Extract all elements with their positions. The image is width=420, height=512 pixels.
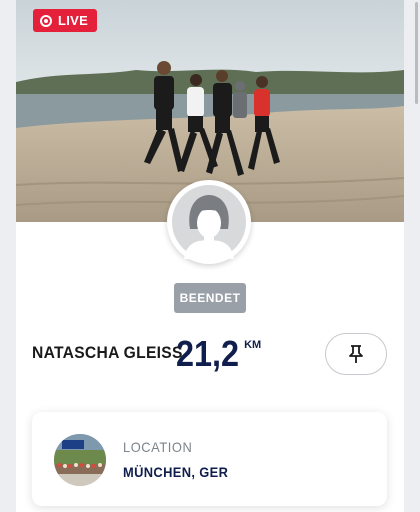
live-record-icon <box>40 14 52 27</box>
distance-unit: KM <box>244 339 262 351</box>
live-badge: LIVE <box>33 9 98 32</box>
scrollbar[interactable] <box>415 2 418 104</box>
runner-avatar <box>167 180 251 264</box>
status-badge: BEENDET <box>174 283 246 313</box>
avatar-placeholder-icon <box>172 185 246 259</box>
city-crowd-photo <box>54 434 106 486</box>
distance-value: 21,2 <box>176 333 240 374</box>
location-card[interactable]: LOCATION MÜNCHEN, GER <box>32 412 387 506</box>
runner-name: NATASCHA GLEISS <box>32 343 183 362</box>
runner-card: LIVE BEENDET NATASCHA GLEISS 21,2 KM LOC… <box>16 0 404 512</box>
live-badge-label: LIVE <box>58 13 89 28</box>
location-thumbnail <box>54 434 106 486</box>
runner-distance: 21,2 KM <box>176 334 261 374</box>
location-label: LOCATION <box>123 439 193 455</box>
pin-icon <box>349 345 363 363</box>
location-value: MÜNCHEN, GER <box>123 464 229 480</box>
pin-button[interactable] <box>325 333 387 375</box>
